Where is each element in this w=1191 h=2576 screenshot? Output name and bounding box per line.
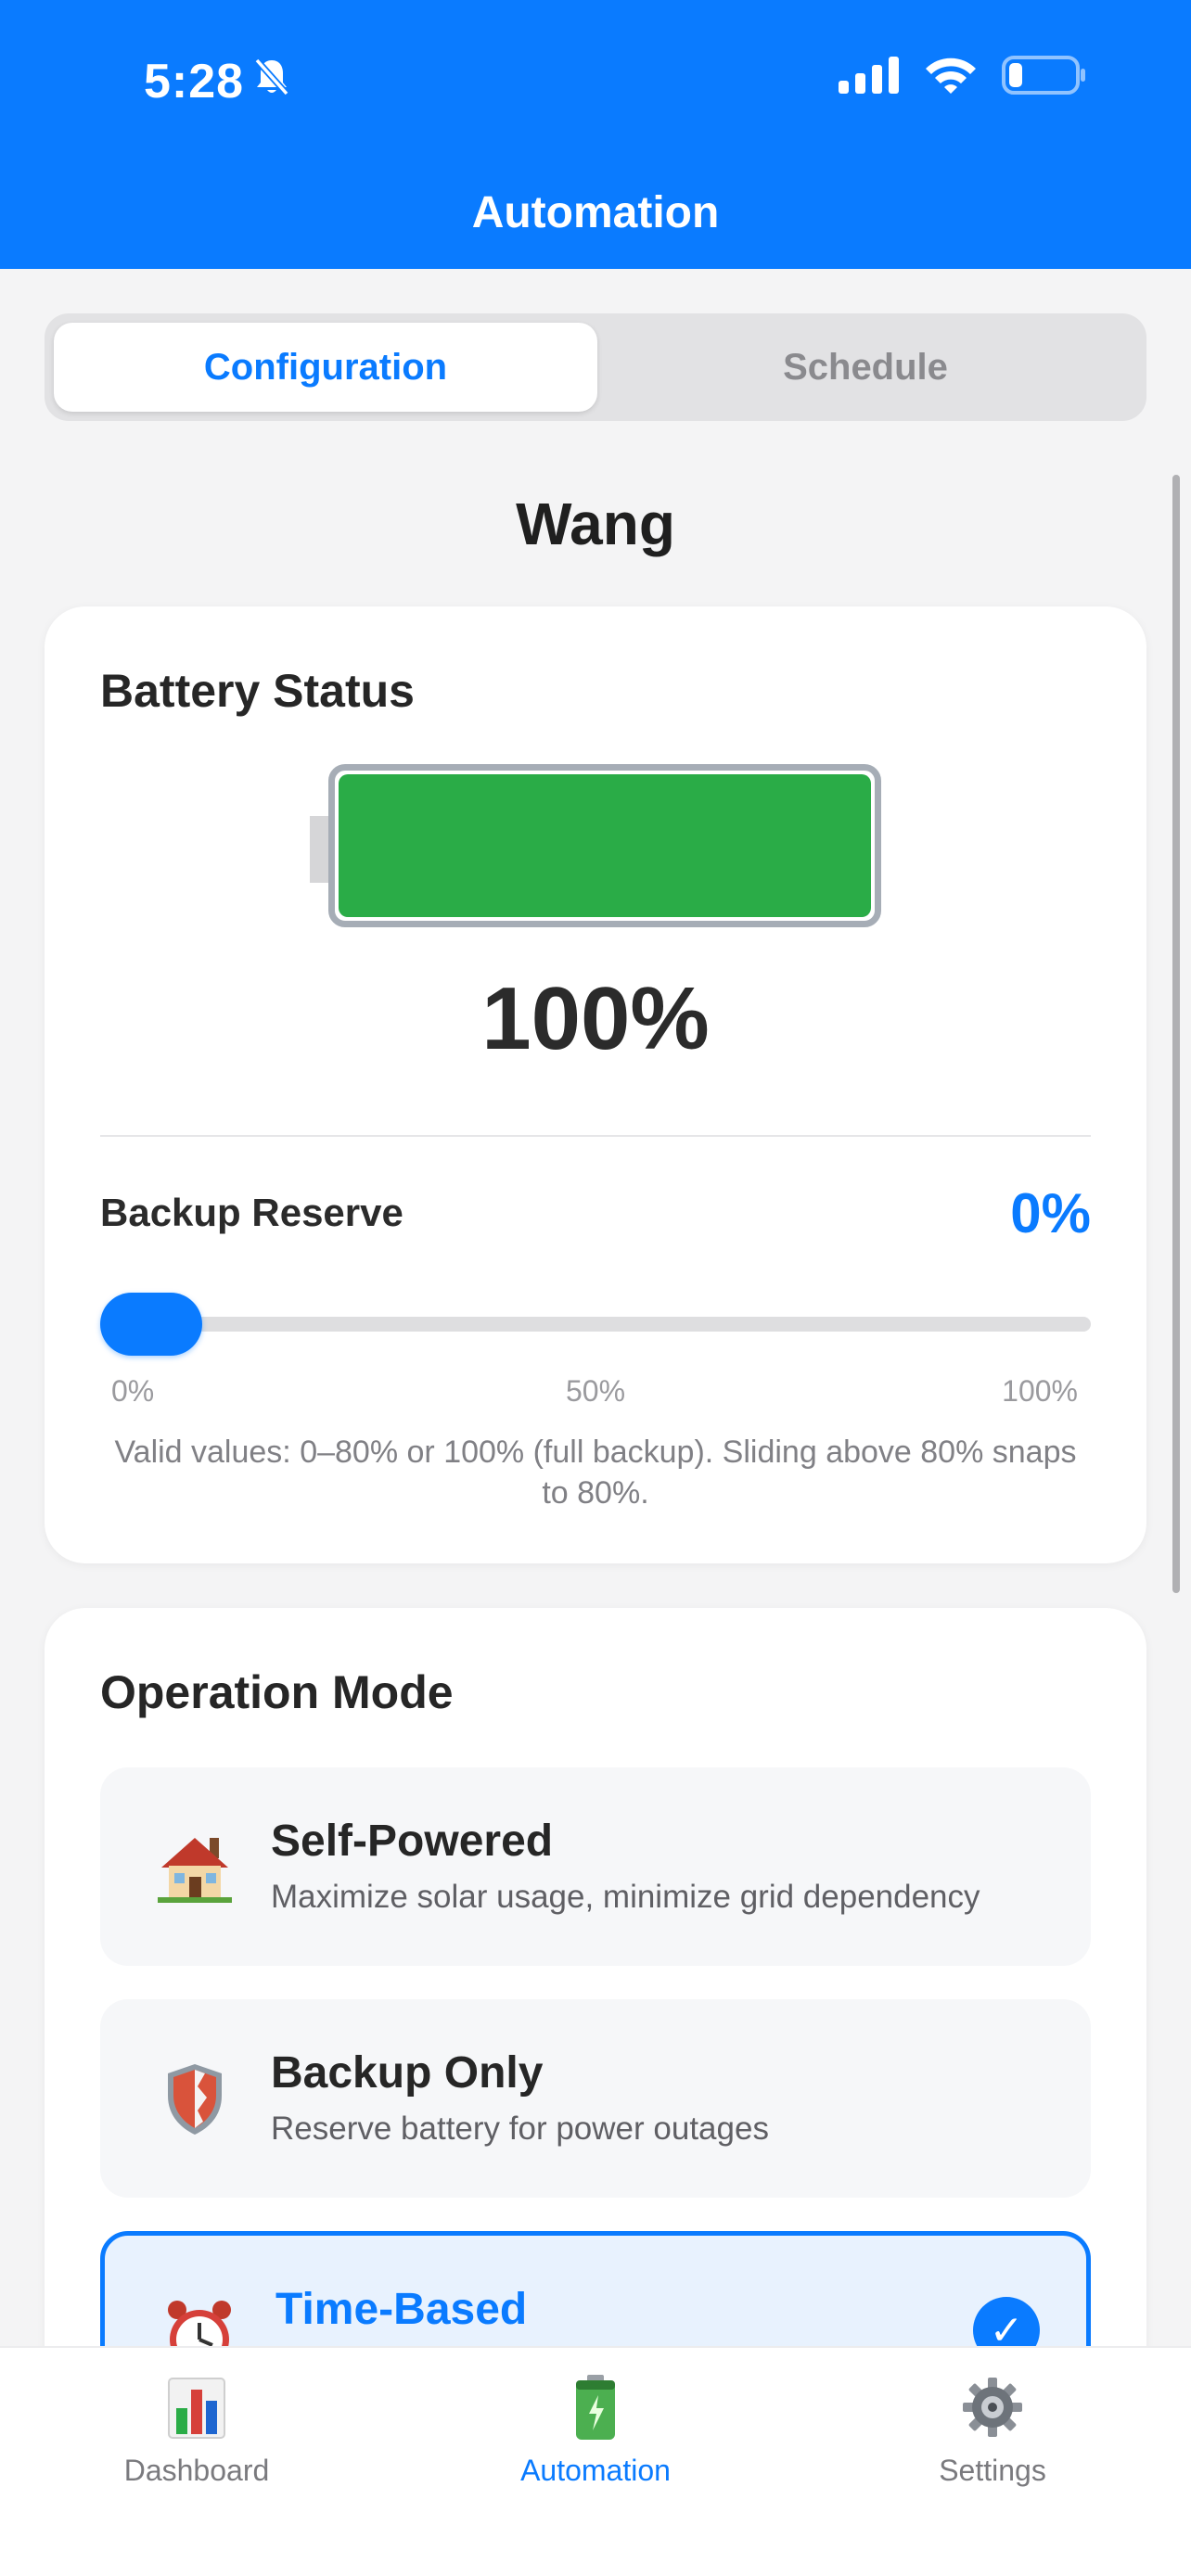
battery-terminal xyxy=(310,816,328,883)
tab-label: Automation xyxy=(520,2454,671,2487)
operation-mode-card: Operation Mode Self-Powered Maximize sol… xyxy=(45,1608,1146,2442)
mode-title: Backup Only xyxy=(271,2048,544,2098)
bottom-tab-bar: Dashboard Automation Settings xyxy=(0,2346,1191,2576)
tab-label: Settings xyxy=(939,2454,1046,2487)
tabbar-item-settings[interactable]: Settings xyxy=(853,2370,1132,2488)
battery-gauge xyxy=(328,764,881,927)
status-bar-time: 5:28 xyxy=(144,54,290,109)
wifi-icon xyxy=(924,56,978,99)
site-name: Wang xyxy=(516,491,675,557)
shield-icon xyxy=(150,2055,239,2144)
house-icon xyxy=(150,1823,239,1912)
tabbar-item-dashboard[interactable]: Dashboard xyxy=(58,2370,336,2488)
backup-reserve-label: Backup Reserve xyxy=(100,1191,403,1234)
backup-reserve-slider-track[interactable] xyxy=(100,1317,1091,1332)
slider-tick-100: 100% xyxy=(1002,1374,1078,1408)
backup-reserve-slider-thumb[interactable] xyxy=(100,1293,202,1356)
segmented-control: Configuration Schedule xyxy=(45,313,1146,421)
gear-icon xyxy=(853,2370,1132,2444)
battery-status-title: Battery Status xyxy=(100,665,415,717)
tab-label: Dashboard xyxy=(123,2454,270,2487)
scroll-indicator[interactable] xyxy=(1172,475,1180,1593)
battery-icon xyxy=(456,2370,735,2444)
status-bar-right xyxy=(839,56,1087,99)
mode-title: Self-Powered xyxy=(271,1817,554,1866)
mode-title: Time-Based xyxy=(275,2285,528,2334)
battery-fill xyxy=(339,774,871,917)
mode-option-self-powered[interactable]: Self-Powered Maximize solar usage, minim… xyxy=(100,1767,1091,1966)
battery-status-icon xyxy=(1002,56,1087,99)
signal-icon xyxy=(839,57,900,98)
battery-percent: 100% xyxy=(481,969,710,1068)
mode-option-backup-only[interactable]: Backup Only Reserve battery for power ou… xyxy=(100,1999,1091,2198)
tab-schedule[interactable]: Schedule xyxy=(594,323,1137,412)
operation-mode-title: Operation Mode xyxy=(100,1666,454,1718)
battery-status-card: Battery Status 100% Backup Reserve 0% 0%… xyxy=(45,606,1146,1563)
tab-configuration[interactable]: Configuration xyxy=(54,323,597,412)
mode-description: Reserve battery for power outages xyxy=(271,2111,769,2147)
tabbar-item-automation[interactable]: Automation xyxy=(456,2370,735,2488)
app-header: 5:28 Automation xyxy=(0,0,1191,269)
backup-reserve-value: 0% xyxy=(1010,1182,1091,1244)
backup-reserve-hint: Valid values: 0–80% or 100% (full backup… xyxy=(114,1435,1077,1511)
mode-description: Maximize solar usage, minimize grid depe… xyxy=(271,1879,980,1915)
page-title: Automation xyxy=(471,188,720,237)
divider xyxy=(100,1135,1091,1137)
bar-chart-icon xyxy=(58,2370,336,2444)
bell-muted-icon xyxy=(253,54,290,109)
slider-tick-50: 50% xyxy=(565,1374,626,1408)
